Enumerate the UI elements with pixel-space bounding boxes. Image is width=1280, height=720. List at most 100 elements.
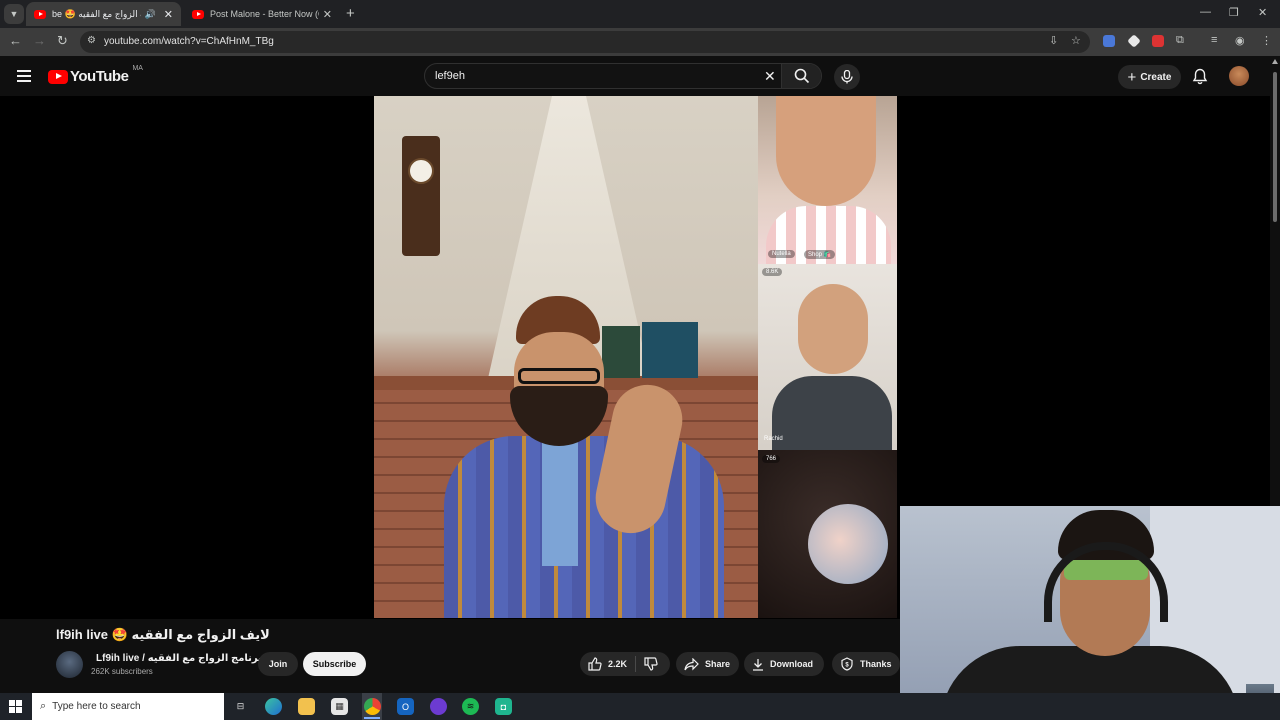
guest-tag-shop: Shop 🛍️ xyxy=(804,250,836,259)
scrollbar-thumb[interactable] xyxy=(1273,72,1277,222)
channel-avatar[interactable] xyxy=(56,651,83,678)
share-button[interactable]: Share xyxy=(676,652,739,676)
search-input[interactable]: lef9eh xyxy=(435,70,465,82)
clock-face-icon xyxy=(408,158,434,184)
diamond-extension-icon[interactable] xyxy=(1127,34,1141,48)
minimize-icon[interactable]: — xyxy=(1200,6,1211,18)
browser-tab-strip: ▼ be 🤩 لايف الزواج مع الفقيه 🔊 ✕ Post Ma… xyxy=(0,0,1280,28)
thanks-button[interactable]: $ Thanks xyxy=(832,652,900,676)
youtube-play-icon xyxy=(48,69,68,84)
tab-title: be 🤩 لايف الزواج مع الفقيه xyxy=(52,8,141,19)
taskbar-search-placeholder: Type here to search xyxy=(52,701,141,712)
guest-2-name: Rachid xyxy=(764,436,783,442)
guest-frame-1: Nutella Shop 🛍️ xyxy=(758,96,897,264)
scroll-up-icon[interactable] xyxy=(1272,59,1278,64)
channel-name-text[interactable]: Lf9ih live / برنامج الزواج مع الفقيه xyxy=(96,653,262,664)
restore-icon[interactable]: ❐ xyxy=(1229,6,1239,19)
guest-tag-nutella: Nutella xyxy=(768,250,795,258)
close-tab-icon[interactable]: ✕ xyxy=(323,8,332,21)
back-icon[interactable]: ← xyxy=(9,33,22,48)
channel-name[interactable]: Lf9ih live / برنامج الزواج مع الفقيه ✓ xyxy=(96,653,276,664)
android-app-icon[interactable]: ◘ xyxy=(495,698,512,715)
search-box[interactable]: lef9eh ✕ xyxy=(424,63,822,89)
messenger-app-icon[interactable] xyxy=(430,698,447,715)
tab-post-malone[interactable]: Post Malone - Better Now (Offi ✕ xyxy=(184,2,340,26)
spotify-icon[interactable]: ≋ xyxy=(462,698,479,715)
thumbs-down-icon[interactable] xyxy=(644,657,658,671)
like-count[interactable]: 2.2K xyxy=(608,659,627,669)
windows-start-icon[interactable] xyxy=(9,700,22,713)
youtube-favicon-icon xyxy=(192,9,204,19)
guest-2-shirt xyxy=(772,376,892,450)
streamer-webcam-overlay: 12 xyxy=(900,506,1280,720)
guest-2-face xyxy=(798,284,868,374)
account-avatar[interactable] xyxy=(1229,66,1249,86)
new-tab-button[interactable]: + xyxy=(346,5,355,22)
main-speaker xyxy=(444,296,724,618)
join-label: Join xyxy=(268,659,288,669)
chrome-icon[interactable] xyxy=(364,698,381,715)
tab-search-button[interactable]: ▼ xyxy=(4,4,24,24)
reload-icon[interactable]: ↻ xyxy=(57,33,68,49)
guest-3-face xyxy=(808,504,888,584)
speaker-icon[interactable]: 🔊 xyxy=(145,9,156,20)
guest-frame-2: 8.6K Rachid xyxy=(758,264,897,450)
extensions-puzzle-icon[interactable]: ⧉ xyxy=(1176,34,1184,47)
hamburger-menu-icon[interactable] xyxy=(17,70,31,82)
share-label: Share xyxy=(705,659,731,669)
join-button[interactable]: Join xyxy=(258,652,298,676)
youtube-logo[interactable]: YouTube MA xyxy=(48,65,143,85)
youtube-masthead: YouTube MA lef9eh ✕ + Create xyxy=(0,56,1280,96)
notifications-bell-icon[interactable] xyxy=(1192,68,1208,90)
windows-taskbar: ⌕ Type here to search ⊟ ▦ xyxy=(0,693,1280,720)
thanks-label: Thanks xyxy=(860,659,892,669)
share-arrow-icon xyxy=(684,657,699,670)
bookmark-star-icon[interactable]: ☆ xyxy=(1071,34,1081,47)
microphone-icon xyxy=(841,70,853,84)
like-dislike-group: 2.2K xyxy=(580,652,670,676)
menu-kebab-icon[interactable]: ⋮ xyxy=(1261,34,1272,47)
super-thanks-icon: $ xyxy=(841,657,853,671)
subscribe-button[interactable]: Subscribe xyxy=(303,652,366,676)
search-button[interactable] xyxy=(781,64,821,88)
video-title: lf9ih live 🤩 لايف الزواج مع الفقيه xyxy=(56,627,270,642)
profile-icon[interactable]: ◉ xyxy=(1235,34,1245,47)
subscribe-label: Subscribe xyxy=(312,659,357,669)
site-info-icon[interactable]: ⚙ xyxy=(87,35,96,46)
forward-icon[interactable]: → xyxy=(33,33,46,48)
wall-clock xyxy=(402,136,440,256)
like-divider xyxy=(635,656,637,672)
logo-text: YouTube xyxy=(70,68,129,85)
country-code: MA xyxy=(132,65,143,72)
plus-icon: + xyxy=(1127,68,1137,86)
address-bar[interactable]: ⚙ youtube.com/watch?v=ChAfHnM_TBg xyxy=(80,31,1090,53)
task-view-icon[interactable]: ⊟ xyxy=(232,698,249,715)
create-button[interactable]: + Create xyxy=(1118,65,1181,89)
svg-text:$: $ xyxy=(845,663,849,669)
red-extension-icon[interactable] xyxy=(1152,35,1164,47)
close-tab-icon[interactable]: ✕ xyxy=(164,8,173,21)
voice-search-button[interactable] xyxy=(834,64,860,90)
microsoft-store-icon[interactable]: ▦ xyxy=(331,698,348,715)
speaker-robe xyxy=(444,436,724,618)
close-window-icon[interactable]: ✕ xyxy=(1258,6,1267,19)
taskbar-active-indicator xyxy=(364,717,380,719)
edge-browser-icon[interactable] xyxy=(265,698,282,715)
outlook-icon[interactable]: O xyxy=(397,698,414,715)
guest-frame-3: 766 xyxy=(758,450,897,618)
tab-title: Post Malone - Better Now (Offi xyxy=(210,9,319,19)
media-controls-icon[interactable]: ≡ xyxy=(1211,34,1217,46)
guest-2-count: 8.6K xyxy=(762,268,783,276)
tab-youtube-live[interactable]: be 🤩 لايف الزواج مع الفقيه 🔊 ✕ xyxy=(26,2,181,26)
install-app-icon[interactable]: ⇩ xyxy=(1049,34,1058,47)
translate-extension-icon[interactable] xyxy=(1103,35,1115,47)
file-explorer-icon[interactable] xyxy=(298,698,315,715)
url-text[interactable]: youtube.com/watch?v=ChAfHnM_TBg xyxy=(104,36,274,47)
youtube-favicon-icon xyxy=(34,9,46,19)
thumbs-up-icon[interactable] xyxy=(588,657,602,671)
clear-search-icon[interactable]: ✕ xyxy=(764,68,776,85)
taskbar-search-box[interactable]: ⌕ Type here to search xyxy=(32,693,224,720)
download-label: Download xyxy=(770,659,813,669)
download-button[interactable]: Download xyxy=(744,652,824,676)
download-icon xyxy=(753,658,763,671)
